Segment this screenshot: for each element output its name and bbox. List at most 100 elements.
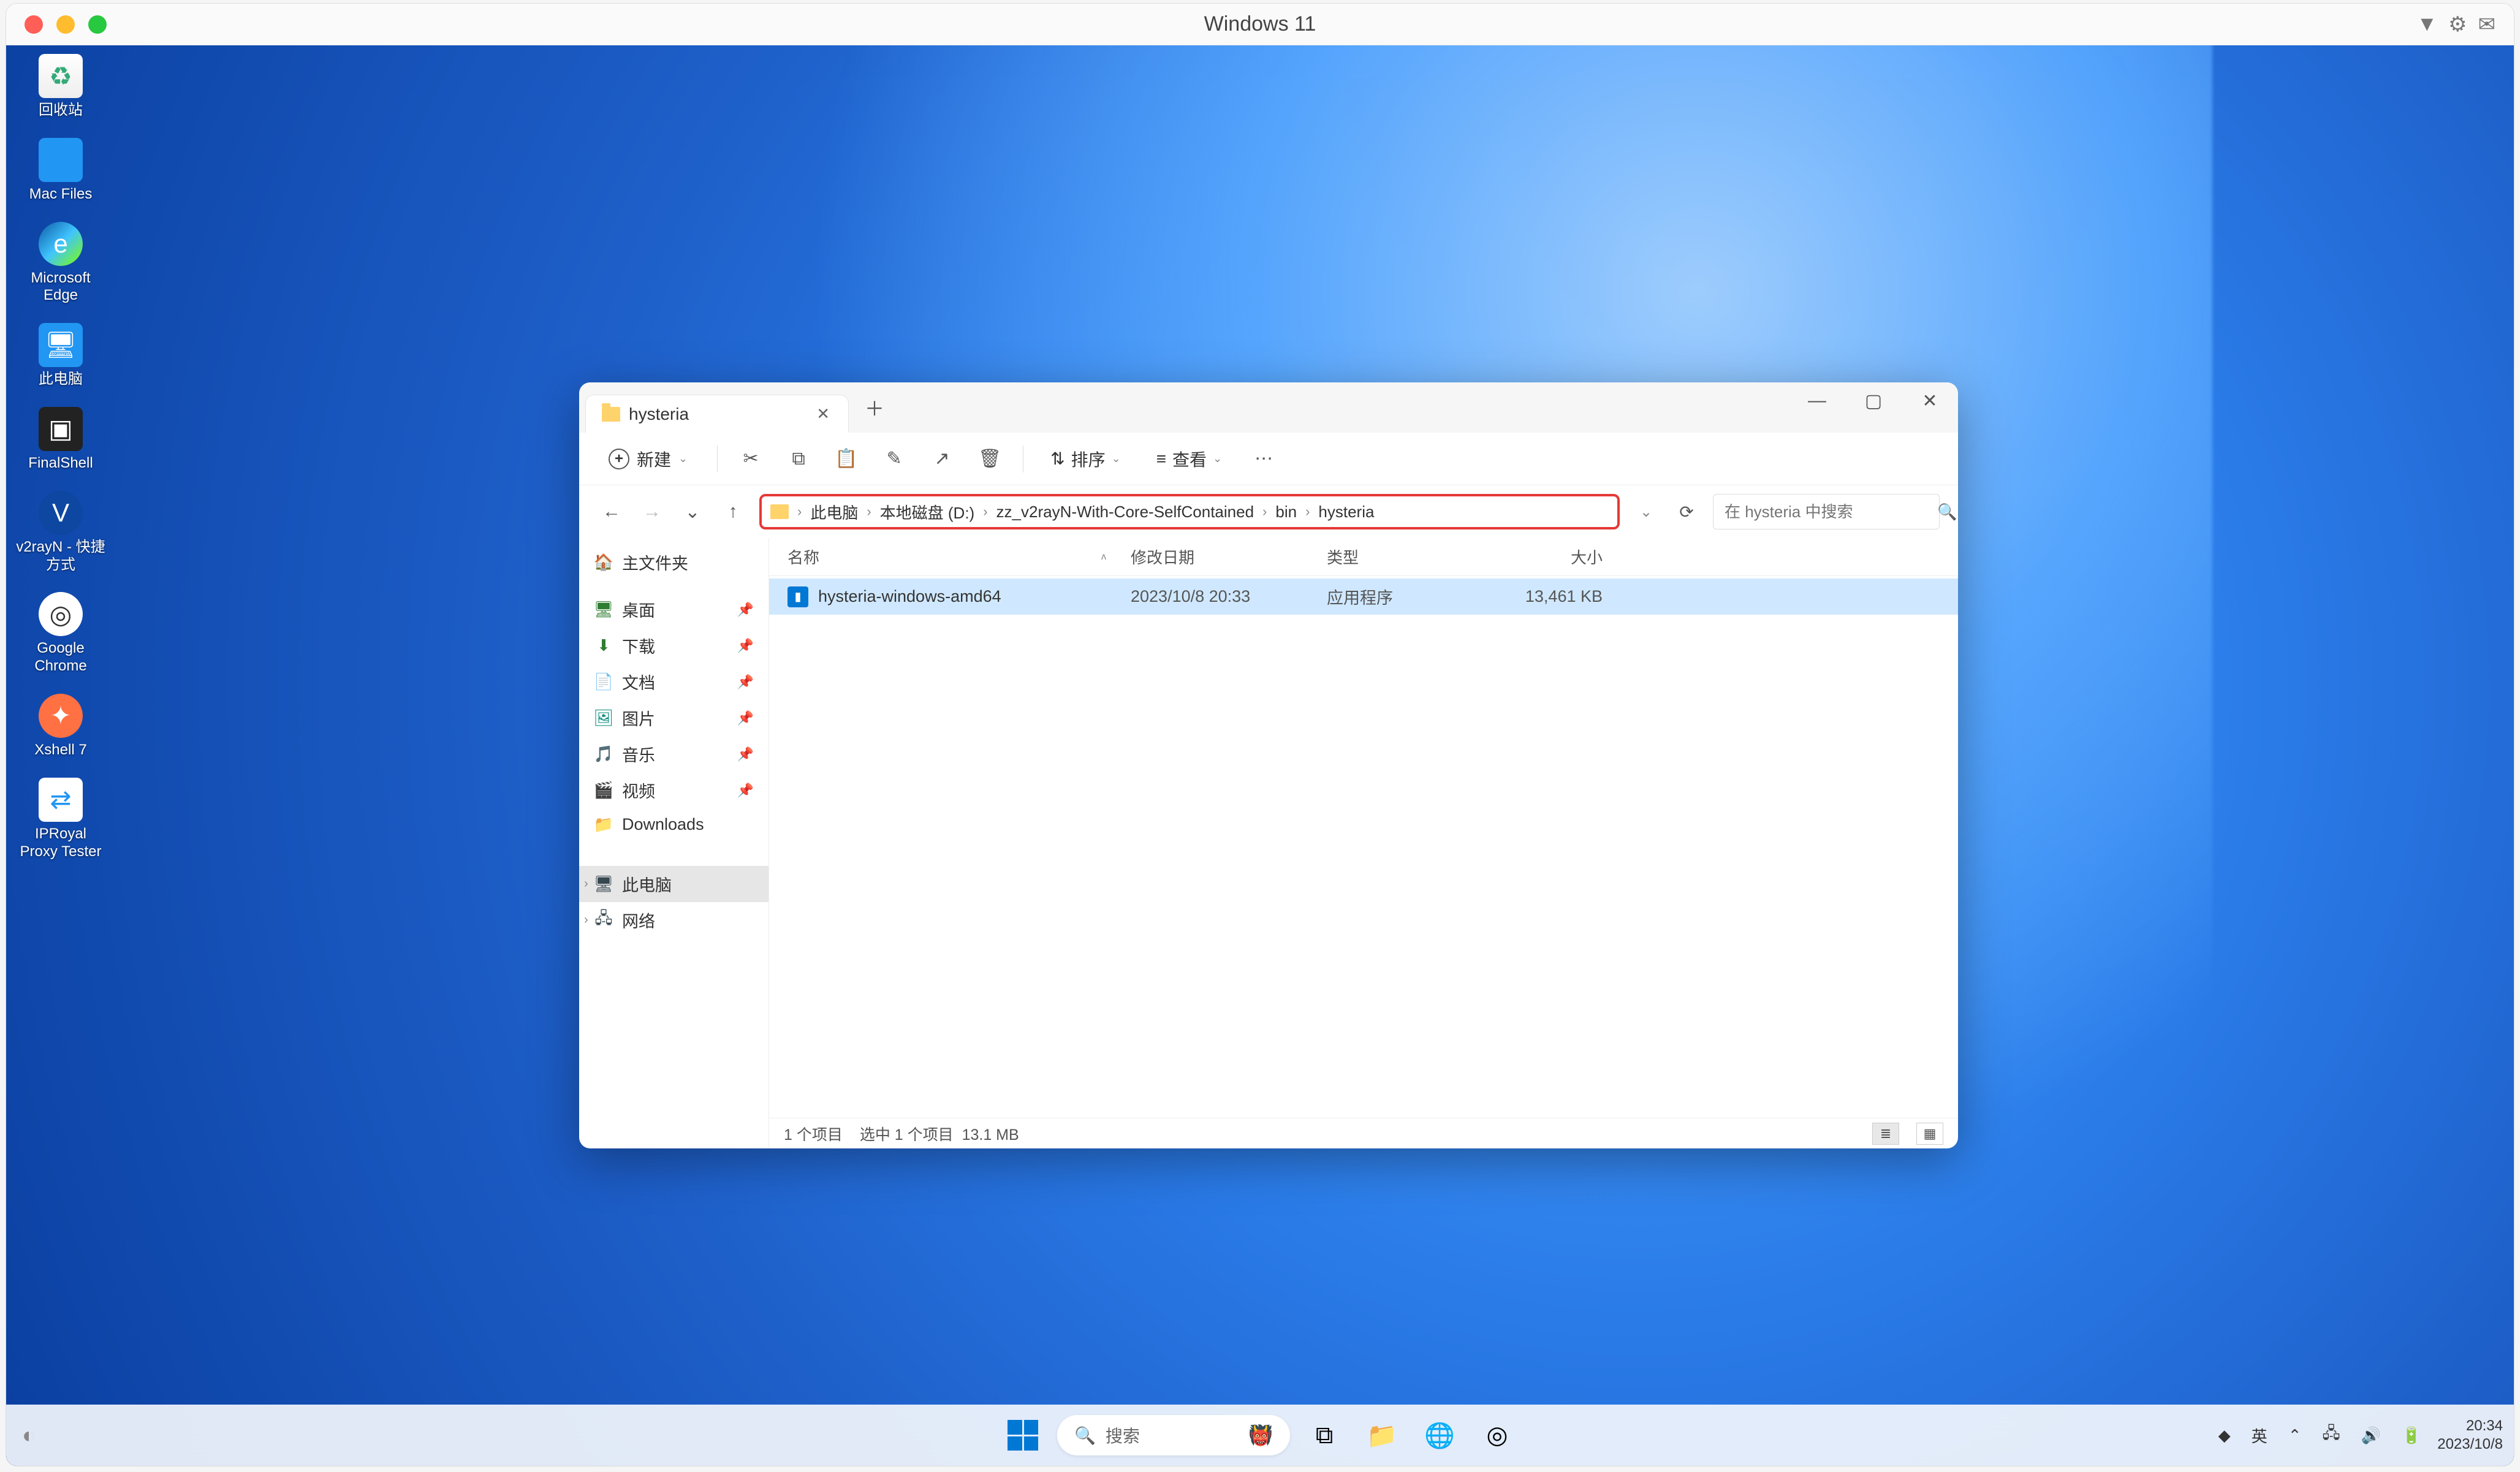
more-button[interactable]: ⋯ [1249, 444, 1278, 474]
battery-tray-icon[interactable]: 🔋 [2397, 1421, 2426, 1450]
col-size[interactable]: 大小 [1492, 545, 1603, 568]
ime-indicator[interactable]: 英 [2247, 1419, 2272, 1452]
chevron-right-icon: › [1262, 504, 1267, 520]
rename-button[interactable]: ✎ [879, 444, 909, 474]
tray-app-icon[interactable]: ◆ [2214, 1421, 2236, 1450]
desktop-icon[interactable]: e Microsoft Edge [15, 222, 107, 305]
plus-icon: + [609, 449, 629, 469]
minimize-button[interactable]: ― [1789, 382, 1845, 419]
share-button[interactable]: ↗ [927, 444, 957, 474]
desktop-icon[interactable]: 🖥 此电脑 [15, 323, 107, 389]
cut-button[interactable]: ✂ [736, 444, 765, 474]
volume-tray-icon[interactable]: 🔊 [2356, 1421, 2385, 1450]
close-button[interactable]: ✕ [1902, 382, 1958, 419]
close-icon[interactable]: ✕ [814, 402, 832, 426]
col-name[interactable]: 名称 ʌ [788, 545, 1131, 568]
sidebar-item[interactable]: 🖥 桌面 📌 [579, 591, 769, 628]
cortana-icon[interactable]: ◐ [22, 1422, 36, 1448]
up-button[interactable]: ↑ [719, 498, 747, 526]
host-window: Windows 11 ▼ ⚙ ✉ IIGEEK ♻ 回收站 Mac Filese… [6, 4, 2514, 1466]
forward-button[interactable]: → [638, 498, 666, 526]
explorer-taskbar-icon[interactable]: 📁 [1359, 1412, 1405, 1459]
app-icon: e [39, 222, 83, 266]
paste-button[interactable]: 📋 [832, 444, 861, 474]
taskview-button[interactable]: ⧉ [1301, 1412, 1348, 1459]
system-tray: ◆ 英 ⌃ 🖧 🔊 🔋 20:34 2023/10/8 [2214, 1417, 2503, 1454]
search-input[interactable] [1725, 503, 1930, 522]
refresh-button[interactable]: ⟳ [1672, 502, 1701, 522]
tray-overflow-icon[interactable]: ⌃ [2283, 1421, 2307, 1450]
sort-button[interactable]: ⇅ 排序 ⌄ [1042, 442, 1129, 476]
file-row[interactable]: ▮ hysteria-windows-amd64 2023/10/8 20:33… [769, 579, 1958, 615]
details-view-button[interactable]: ≣ [1872, 1123, 1899, 1145]
recent-button[interactable]: ⌄ [678, 498, 707, 526]
sidebar-network[interactable]: › 🖧 网络 [579, 902, 769, 938]
taskbar-clock[interactable]: 20:34 2023/10/8 [2437, 1417, 2503, 1454]
col-type[interactable]: 类型 [1327, 545, 1492, 568]
desktop-icon[interactable]: ♻ 回收站 [15, 54, 107, 120]
new-button[interactable]: + 新建 ⌄ [598, 441, 699, 477]
taskbar-search[interactable]: 🔍 搜索 👹 [1057, 1415, 1290, 1455]
network-tray-icon[interactable]: 🖧 [2317, 1417, 2345, 1454]
breadcrumb-segment[interactable]: hysteria [1312, 499, 1380, 525]
back-button[interactable]: ← [598, 498, 626, 526]
sidebar-item[interactable]: 🖼 图片 📌 [579, 700, 769, 736]
view-button[interactable]: ≡ 查看 ⌄ [1148, 442, 1231, 476]
new-tab-button[interactable]: ＋ [849, 393, 900, 422]
desktop-icon[interactable]: ⇄ IPRoyal Proxy Tester [15, 778, 107, 861]
sidebar-item[interactable]: 📁 Downloads [579, 808, 769, 840]
sidebar-item[interactable]: ⬇ 下载 📌 [579, 628, 769, 664]
desktop-icon[interactable]: ✦ Xshell 7 [15, 694, 107, 759]
sidebar-item-label: 图片 [622, 706, 655, 730]
breadcrumb-bar[interactable]: › 此电脑›本地磁盘 (D:)›zz_v2rayN-With-Core-Self… [759, 494, 1620, 529]
explorer-window: hysteria ✕ ＋ ― ▢ ✕ + 新建 ⌄ ✂ ⧉ [579, 382, 1958, 1148]
start-button[interactable] [1000, 1412, 1046, 1459]
zoom-dot[interactable] [88, 15, 107, 34]
desktop-icon-grid: ♻ 回收站 Mac Files e Microsoft Edge 🖥 此电脑 ▣ Fi… [15, 54, 107, 860]
tab-label: hysteria [629, 404, 805, 424]
close-dot[interactable] [25, 15, 43, 34]
desktop-icon[interactable]: V v2rayN - 快捷方式 [15, 491, 107, 574]
triangle-down-icon[interactable]: ▼ [2416, 12, 2437, 36]
minimize-dot[interactable] [56, 15, 75, 34]
chevron-down-icon: ⌄ [1213, 452, 1222, 465]
sidebar-this-pc[interactable]: › 🖥 此电脑 [579, 866, 769, 902]
pin-icon: 📌 [737, 710, 754, 726]
chrome-taskbar-icon[interactable]: ◎ [1474, 1412, 1520, 1459]
mail-icon[interactable]: ✉ [2478, 12, 2496, 37]
folder-icon: 📄 [594, 672, 613, 692]
desktop-icon[interactable]: ◎ Google Chrome [15, 592, 107, 675]
desktop-icon[interactable]: Mac Files [15, 138, 107, 203]
thumbnails-view-button[interactable]: ▦ [1916, 1123, 1943, 1145]
exe-icon: ▮ [788, 586, 808, 607]
search-box[interactable]: 🔍 [1713, 494, 1940, 529]
pin-icon: 📌 [737, 602, 754, 618]
folder-icon [770, 504, 789, 519]
address-history-button[interactable]: ⌄ [1632, 503, 1660, 521]
desktop-icon-label: v2rayN - 快捷方式 [15, 539, 107, 574]
home-icon: 🏠 [594, 553, 613, 572]
chevron-right-icon: › [1305, 504, 1310, 520]
desktop-icon-label: Google Chrome [15, 640, 107, 675]
breadcrumb-segment[interactable]: 本地磁盘 (D:) [874, 497, 981, 527]
app-icon: V [39, 491, 83, 535]
maximize-button[interactable]: ▢ [1845, 382, 1902, 419]
copy-button[interactable]: ⧉ [784, 444, 813, 474]
desktop-icon[interactable]: ▣ FinalShell [15, 407, 107, 472]
sidebar-item[interactable]: 🎵 音乐 📌 [579, 736, 769, 772]
delete-button[interactable]: 🗑 [975, 444, 1004, 474]
explorer-tab[interactable]: hysteria ✕ [585, 395, 849, 433]
breadcrumb-segment[interactable]: 此电脑 [804, 497, 864, 527]
col-date[interactable]: 修改日期 [1131, 545, 1327, 568]
gear-icon[interactable]: ⚙ [2448, 12, 2467, 37]
file-size: 13,461 KB [1492, 587, 1603, 606]
edge-taskbar-icon[interactable]: 🌐 [1416, 1412, 1463, 1459]
breadcrumb-segment[interactable]: zz_v2rayN-With-Core-SelfContained [990, 499, 1260, 525]
sidebar-item[interactable]: 📄 文档 📌 [579, 664, 769, 700]
folder-icon: 📁 [594, 814, 613, 834]
breadcrumb-segment[interactable]: bin [1269, 499, 1303, 525]
sidebar-item[interactable]: 🎬 视频 📌 [579, 772, 769, 808]
pin-icon: 📌 [737, 783, 754, 799]
sidebar-home[interactable]: 🏠 主文件夹 [579, 544, 769, 580]
sidebar-item-label: 下载 [622, 634, 655, 658]
